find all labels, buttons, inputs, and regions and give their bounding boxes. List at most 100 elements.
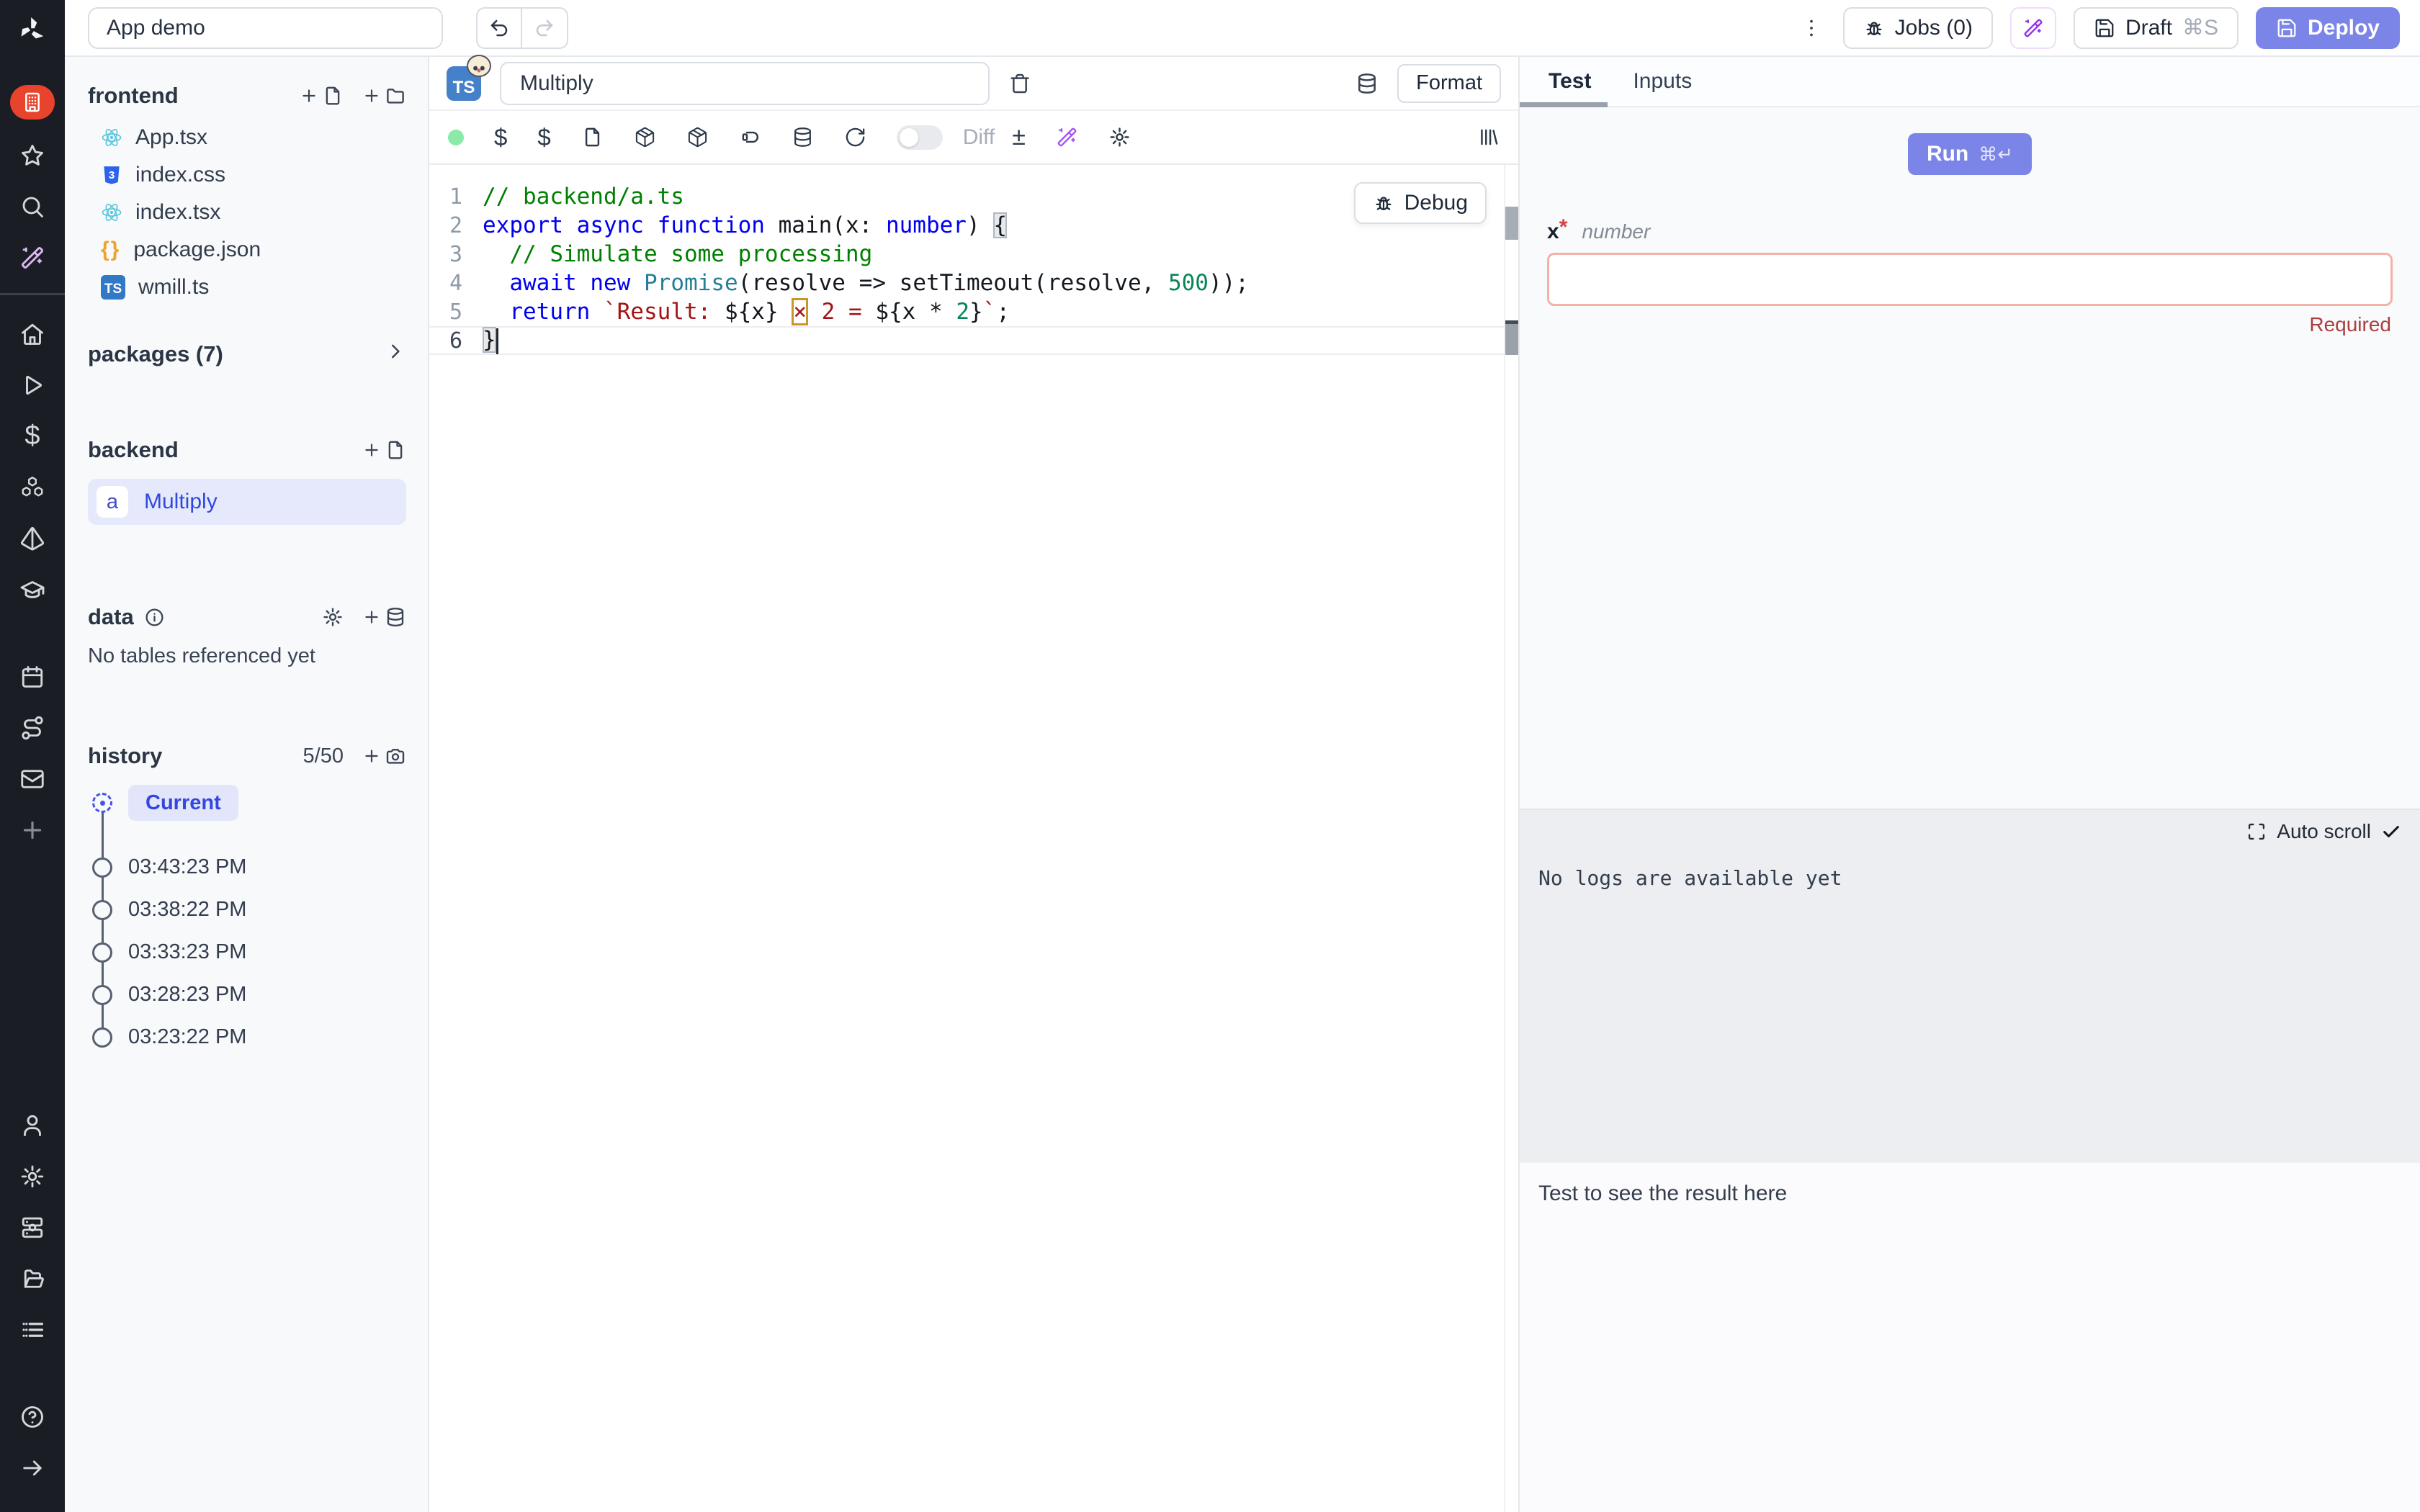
add-folder-button[interactable] (362, 85, 406, 107)
overview-ruler-cursor-marker (1505, 320, 1518, 355)
code-line-6[interactable]: 6} (429, 326, 1518, 355)
rail-dollar-icon[interactable]: $ (9, 410, 55, 462)
format-button[interactable]: Format (1397, 64, 1501, 103)
add-snapshot-button[interactable] (362, 745, 406, 767)
more-menu-icon[interactable] (1797, 7, 1826, 49)
app-title-input[interactable] (88, 7, 443, 49)
add-database-button[interactable] (362, 606, 406, 628)
x-number-input[interactable] (1547, 253, 2393, 306)
tab-inputs[interactable]: Inputs (1633, 69, 1692, 94)
field-name: x (1547, 220, 1559, 244)
backend-section-title: backend (88, 437, 179, 463)
editor-toolbar: $$Diff± (429, 111, 1518, 165)
history-entry[interactable]: 03:28:23 PM (92, 983, 406, 1007)
rail-user-icon[interactable] (9, 1099, 55, 1151)
chevron-right-icon[interactable] (385, 341, 406, 368)
history-entry[interactable]: 03:23:22 PM (92, 1025, 406, 1049)
file-name: App.tsx (135, 125, 207, 150)
rail-cubes-icon[interactable] (9, 462, 55, 513)
file-icon[interactable] (581, 126, 604, 148)
library-icon[interactable] (1477, 126, 1500, 148)
history-marker-icon (92, 985, 112, 1005)
rail-mail-icon[interactable] (9, 753, 55, 804)
windmill-logo-icon[interactable] (15, 13, 50, 48)
refresh-icon[interactable] (844, 126, 866, 148)
packages-section-title: packages (7) (88, 341, 223, 367)
tab-test[interactable]: Test (1549, 69, 1591, 94)
undo-button[interactable] (476, 7, 522, 49)
history-marker-icon (92, 858, 112, 878)
file-item-index.css[interactable]: 3 index.css (94, 156, 406, 194)
deploy-button[interactable]: Deploy (2256, 7, 2400, 49)
connector-icon[interactable] (739, 126, 761, 148)
expand-icon[interactable] (2246, 822, 2267, 842)
rail-folder-open-icon[interactable] (9, 1253, 55, 1304)
code-line-5[interactable]: 5 return `Result: ${x} × 2 = ${x * 2}`; (429, 297, 1518, 326)
rail-help-icon[interactable] (9, 1391, 55, 1442)
variable-dollar-icon[interactable]: $ (537, 124, 550, 151)
history-current[interactable]: Current (92, 785, 406, 821)
rail-wand-icon[interactable] (9, 232, 55, 283)
line-number: 4 (429, 271, 483, 296)
rail-graduation-cap-icon[interactable] (9, 564, 55, 615)
plus-minus-icon[interactable]: ± (1012, 123, 1026, 151)
rail-worker-icon[interactable] (9, 1202, 55, 1253)
jobs-button[interactable]: Jobs (0) (1843, 7, 1993, 49)
backend-script-multiply[interactable]: a Multiply (88, 479, 406, 525)
schema-database-button[interactable] (1355, 72, 1379, 95)
rail-star-icon[interactable] (9, 130, 55, 181)
code-line-4[interactable]: 4 await new Promise(resolve => setTimeou… (429, 269, 1518, 297)
check-icon[interactable] (2381, 822, 2401, 842)
draft-button[interactable]: Draft ⌘S (2074, 7, 2238, 49)
gear-icon[interactable] (1108, 126, 1131, 148)
rail-pyramid-icon[interactable] (9, 513, 55, 564)
rail-search-icon[interactable] (9, 181, 55, 232)
scrollbar-thumb[interactable] (1505, 207, 1518, 240)
database-icon (1355, 72, 1379, 95)
file-item-package.json[interactable]: {}package.json (94, 231, 406, 269)
plus-icon (362, 86, 381, 105)
rail-calendar-icon[interactable] (9, 651, 55, 702)
code-line-3[interactable]: 3 // Simulate some processing (429, 240, 1518, 269)
bun-badge-icon (467, 55, 491, 77)
data-settings-button[interactable] (322, 606, 344, 628)
react-icon (101, 127, 122, 148)
rail-play-icon[interactable] (9, 359, 55, 410)
debug-button[interactable]: Debug (1354, 182, 1487, 224)
editor-scrollbar[interactable] (1504, 165, 1518, 1512)
folder-icon (385, 85, 406, 107)
save-icon (2276, 17, 2298, 39)
wand-icon[interactable] (1056, 126, 1078, 148)
diff-toggle[interactable] (897, 125, 943, 150)
file-name: index.css (135, 163, 225, 187)
file-item-index.tsx[interactable]: index.tsx (94, 194, 406, 231)
ai-wand-button[interactable] (2010, 7, 2056, 49)
package-icon[interactable] (686, 126, 709, 148)
package-icon[interactable] (634, 126, 656, 148)
redo-button[interactable] (522, 7, 568, 49)
workspace-building-icon[interactable] (9, 75, 55, 130)
rail-list-icon[interactable] (9, 1304, 55, 1355)
delete-script-button[interactable] (1008, 72, 1031, 95)
variable-dollar-icon[interactable]: $ (494, 124, 507, 151)
file-item-App.tsx[interactable]: App.tsx (94, 119, 406, 156)
rail-gear-icon[interactable] (9, 1151, 55, 1202)
svg-text:3: 3 (109, 169, 115, 181)
rail-home-icon[interactable] (9, 308, 55, 359)
plus-icon (300, 86, 318, 105)
rail-route-icon[interactable] (9, 702, 55, 753)
rail-plus-icon[interactable] (9, 804, 55, 855)
add-script-button[interactable] (362, 439, 406, 461)
script-label: Multiply (144, 490, 218, 514)
history-entry[interactable]: 03:43:23 PM (92, 855, 406, 879)
history-entry[interactable]: 03:38:22 PM (92, 898, 406, 922)
add-file-button[interactable] (300, 85, 344, 107)
rail-arrow-right-icon[interactable] (9, 1442, 55, 1493)
run-button[interactable]: Run ⌘↵ (1908, 133, 2032, 175)
script-name-input[interactable] (500, 62, 990, 105)
code-editor[interactable]: 1// backend/a.ts2export async function m… (429, 165, 1518, 1512)
file-item-wmill.ts[interactable]: TSwmill.ts (94, 269, 406, 306)
database-icon[interactable] (792, 126, 814, 148)
history-entry[interactable]: 03:33:23 PM (92, 940, 406, 964)
history-marker-icon (92, 942, 112, 963)
